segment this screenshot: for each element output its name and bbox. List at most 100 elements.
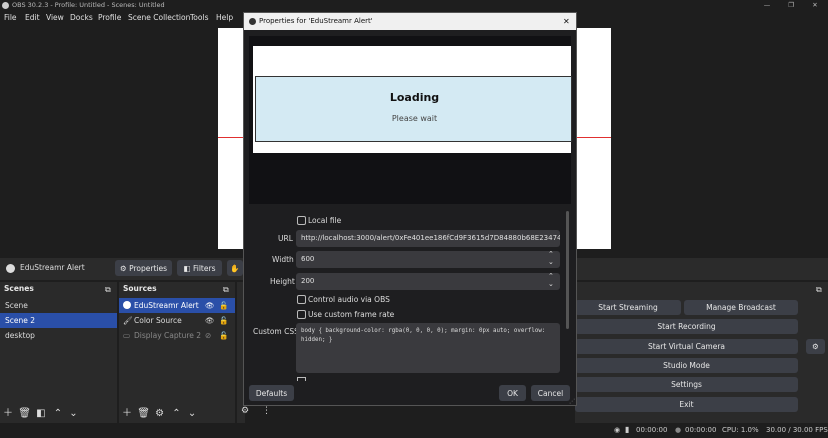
gear-icon: ⚙ <box>119 263 130 273</box>
move-down-icon[interactable]: ⌄ <box>69 408 77 419</box>
controls-dock: ⧉ Start Streaming Manage Broadcast Start… <box>575 282 828 423</box>
filters-icon[interactable]: ◧ <box>36 408 45 419</box>
height-value: 200 <box>301 277 315 285</box>
properties-button[interactable]: ⚙ Properties <box>115 260 172 276</box>
scene-item[interactable]: desktop <box>0 328 117 343</box>
local-file-checkbox[interactable] <box>297 216 306 225</box>
cancel-button[interactable]: Cancel <box>531 385 570 401</box>
undock-icon[interactable]: ⧉ <box>816 285 822 295</box>
virtual-camera-settings-button[interactable]: ⚙ <box>806 339 825 354</box>
unlock-icon[interactable]: 🔓 <box>219 328 228 343</box>
record-status-icon: ● <box>675 426 682 434</box>
start-streaming-button[interactable]: Start Streaming <box>575 300 681 315</box>
remove-scene-icon[interactable]: 🗑 <box>18 408 31 419</box>
source-item[interactable]: 🖌 Color Source 👁 🔓 <box>119 313 235 328</box>
source-label: Color Source <box>134 316 182 325</box>
undock-icon[interactable]: ⧉ <box>105 285 111 295</box>
stream-time: 00:00:00 <box>636 426 668 434</box>
width-label: Width <box>272 255 294 264</box>
sources-dock: Sources ⧉ EduStreamr Alert 👁 🔓 🖌 Color S… <box>119 282 235 423</box>
menu-docks[interactable]: Docks <box>70 11 93 25</box>
custom-frame-rate-checkbox[interactable] <box>297 310 306 319</box>
custom-css-label: Custom CSS <box>253 327 299 336</box>
studio-mode-button[interactable]: Studio Mode <box>575 358 798 373</box>
move-up-icon[interactable]: ⌃ <box>54 408 62 419</box>
mixer-menu-icon[interactable]: ⋮ <box>262 406 271 416</box>
minimize-icon[interactable]: — <box>755 0 779 11</box>
scenes-dock: Scenes ⧉ Scene Scene 2 desktop ＋ 🗑 ◧ ⌃ ⌄ <box>0 282 117 423</box>
start-recording-button[interactable]: Start Recording <box>575 319 798 334</box>
manage-broadcast-button[interactable]: Manage Broadcast <box>684 300 798 315</box>
url-input[interactable]: http://localhost:3000/alert/0xFe401ee186… <box>296 230 560 247</box>
move-up-icon[interactable]: ⌃ <box>172 408 180 419</box>
source-properties-gear-icon[interactable]: ⚙ <box>155 408 164 419</box>
menu-view[interactable]: View <box>46 11 64 25</box>
dialog-preview: Loading Please wait <box>249 36 572 204</box>
settings-button[interactable]: Settings <box>575 377 798 392</box>
paint-brush-icon: 🖌 <box>123 316 133 325</box>
menu-help[interactable]: Help <box>216 11 233 25</box>
menu-profile[interactable]: Profile <box>98 11 121 25</box>
source-label: EduStreamr Alert <box>134 301 199 310</box>
sources-title: Sources <box>119 282 235 296</box>
properties-dialog: Properties for 'EduStreamr Alert' ✕ Load… <box>243 12 577 406</box>
scene-item-selected[interactable]: Scene 2 <box>0 313 117 328</box>
close-icon[interactable]: ✕ <box>803 0 827 11</box>
filter-icon: ◧ <box>183 263 193 273</box>
control-audio-checkbox[interactable] <box>297 295 306 304</box>
scene-item[interactable]: Scene <box>0 298 117 313</box>
unlock-icon[interactable]: 🔓 <box>219 313 228 328</box>
window-title: OBS 30.2.3 - Profile: Untitled - Scenes:… <box>12 1 165 9</box>
browser-source-icon <box>6 264 15 273</box>
ok-button[interactable]: OK <box>499 385 526 401</box>
mixer-gear-icon[interactable]: ⚙ <box>241 406 249 416</box>
height-spinbox[interactable]: 200 ⌃ ⌄ <box>296 273 560 290</box>
exit-button[interactable]: Exit <box>575 397 798 412</box>
filters-button[interactable]: ◧ Filters <box>177 260 222 276</box>
undock-icon[interactable]: ⧉ <box>223 285 229 295</box>
maximize-icon[interactable]: ❐ <box>779 0 803 11</box>
visibility-eye-icon[interactable]: 👁 <box>205 298 215 313</box>
gear-icon: ⚙ <box>812 342 819 351</box>
menu-edit[interactable]: Edit <box>25 11 40 25</box>
window-titlebar: OBS 30.2.3 - Profile: Untitled - Scenes:… <box>0 0 828 11</box>
add-source-icon[interactable]: ＋ <box>122 408 132 419</box>
url-label: URL <box>278 234 293 243</box>
record-time: 00:00:00 <box>685 426 717 434</box>
custom-css-textarea[interactable]: body { background-color: rgba(0, 0, 0, 0… <box>296 323 560 373</box>
width-spinbox[interactable]: 600 ⌃ ⌄ <box>296 251 560 268</box>
menu-scene-collection[interactable]: Scene Collection <box>128 11 190 25</box>
visibility-eye-icon[interactable]: 👁 <box>205 313 215 328</box>
remove-source-icon[interactable]: 🗑 <box>137 408 150 419</box>
hidden-eye-icon[interactable]: ⊘ <box>205 328 211 343</box>
status-bar: ◉ ▮ 00:00:00 ● 00:00:00 CPU: 1.0% 30.00 … <box>0 423 828 438</box>
menu-tools[interactable]: Tools <box>190 11 208 25</box>
chevron-down-icon[interactable]: ⌄ <box>548 254 554 268</box>
unlock-icon[interactable]: 🔓 <box>219 298 228 313</box>
scenes-title: Scenes <box>0 282 117 296</box>
height-label: Height <box>270 277 295 286</box>
move-down-icon[interactable]: ⌄ <box>188 408 196 419</box>
browser-icon <box>123 301 131 309</box>
hand-icon: ✋ <box>230 263 240 273</box>
defaults-button[interactable]: Defaults <box>249 385 294 401</box>
start-virtual-camera-button[interactable]: Start Virtual Camera <box>575 339 798 354</box>
source-item-selected[interactable]: EduStreamr Alert 👁 🔓 <box>119 298 235 313</box>
selected-source-name: EduStreamr Alert <box>20 263 85 272</box>
interact-button[interactable]: ✋ <box>227 260 243 276</box>
resize-grip-icon[interactable]: ⋰ <box>569 398 575 405</box>
source-label: Display Capture 2 <box>134 331 202 340</box>
dialog-titlebar: Properties for 'EduStreamr Alert' ✕ <box>244 13 576 30</box>
scrollbar[interactable] <box>566 211 569 329</box>
partial-checkbox[interactable] <box>297 377 306 381</box>
properties-label: Properties <box>129 263 167 273</box>
close-icon[interactable]: ✕ <box>563 13 570 30</box>
width-value: 600 <box>301 255 315 263</box>
menu-file[interactable]: File <box>4 11 17 25</box>
custom-frame-rate-label: Use custom frame rate <box>308 310 395 319</box>
obs-logo-icon <box>2 2 9 9</box>
add-scene-icon[interactable]: ＋ <box>3 408 13 419</box>
source-item[interactable]: ▭ Display Capture 2 ⊘ 🔓 <box>119 328 235 343</box>
control-audio-label: Control audio via OBS <box>308 295 390 304</box>
chevron-down-icon[interactable]: ⌄ <box>548 276 554 290</box>
